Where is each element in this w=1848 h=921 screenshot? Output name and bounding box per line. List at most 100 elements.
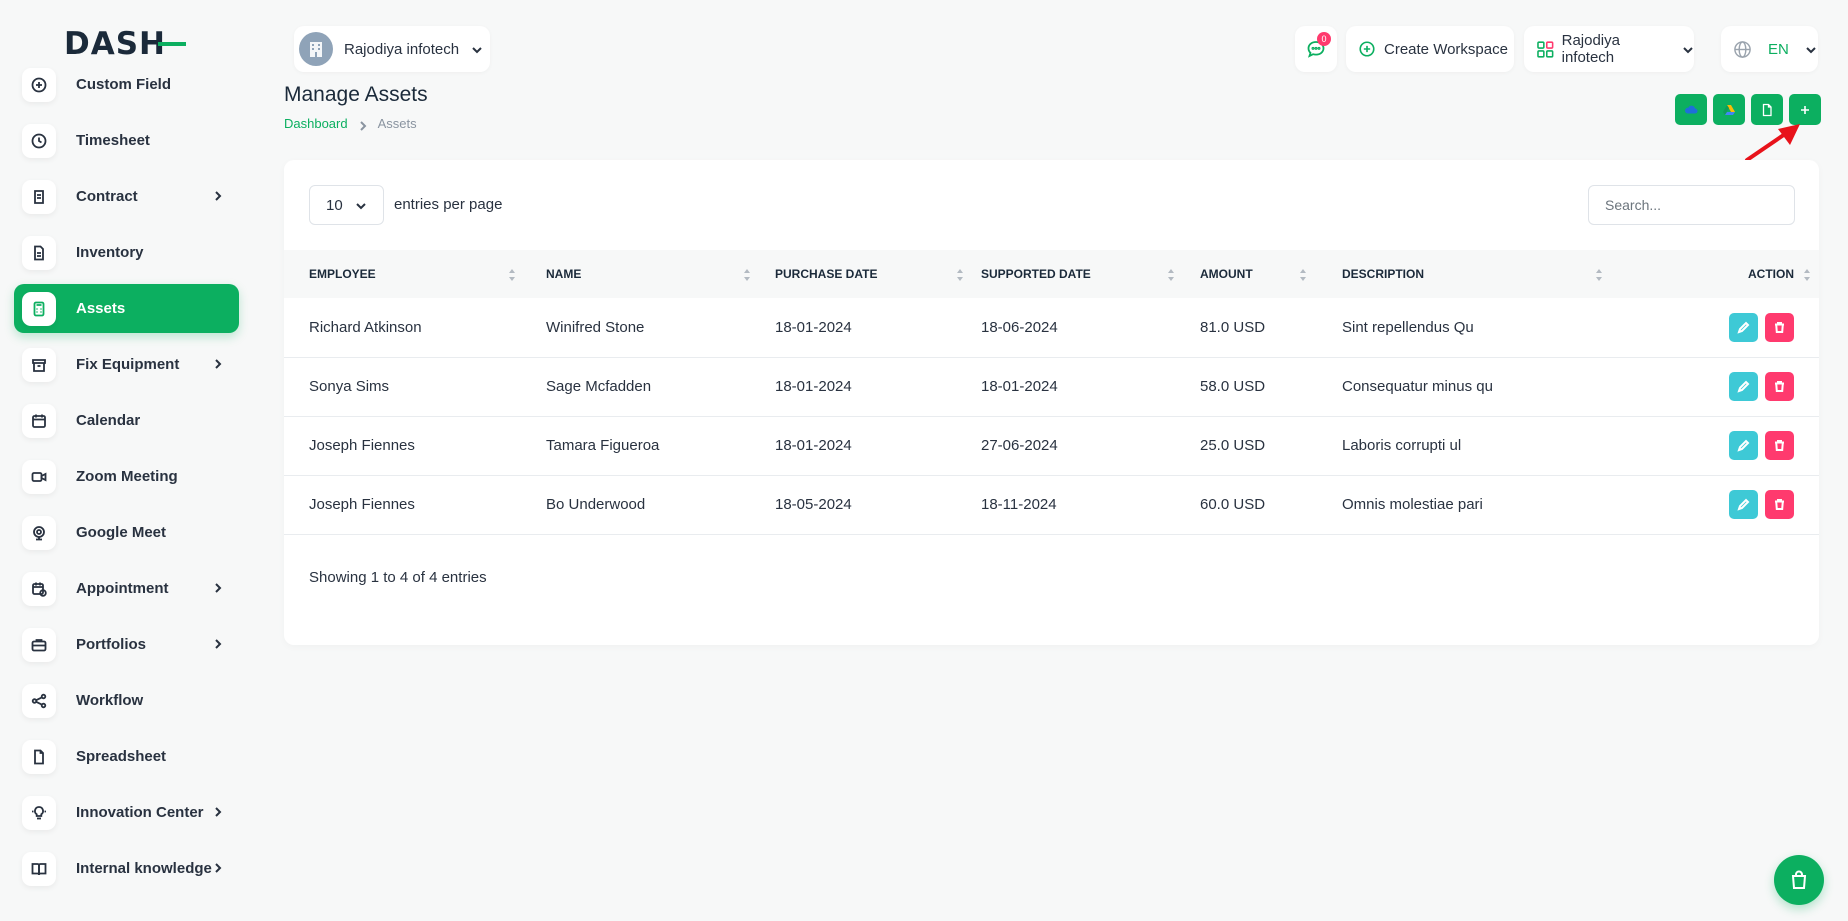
onedrive-button[interactable] [1675,94,1707,125]
delete-button[interactable] [1765,372,1794,401]
sidebar-item-contract[interactable]: Contract [14,172,239,221]
chevron-right-icon [211,805,225,819]
sidebar-item-inventory[interactable]: Inventory [14,228,239,277]
sidebar-item-assets[interactable]: Assets [14,284,239,333]
create-workspace-button[interactable]: Create Workspace [1346,26,1514,72]
add-asset-button[interactable] [1789,94,1821,125]
table-row: Richard Atkinson Winifred Stone 18-01-2024… [284,298,1819,357]
sidebar-item-label: Google Meet [76,524,167,541]
sidebar-item-label: Assets [76,300,126,317]
cell-description: Laboris corrupti ul [1342,437,1462,454]
chevron-right-icon [211,637,225,651]
building-icon [310,42,322,57]
language-switcher[interactable]: EN [1721,26,1818,72]
cell-name: Sage Mcfadden [546,378,652,395]
bulb-icon [22,795,56,830]
column-header-employee[interactable]: EMPLOYEE [284,250,521,298]
sidebar: DASH Custom Field Timesheet Contract Invent… [0,0,252,921]
sort-icon [508,268,516,282]
calculator-icon [22,291,56,326]
messages-button[interactable]: 0 [1295,26,1337,72]
sidebar-item-portfolios[interactable]: Portfolios [14,620,239,669]
sort-icon [1167,268,1175,282]
chevron-right-icon [211,357,225,371]
column-header-name[interactable]: NAME [521,250,750,298]
language-code: EN [1768,40,1789,58]
cell-employee: Richard Atkinson [309,318,422,336]
sidebar-item-label: Appointment [76,580,169,597]
edit-button[interactable] [1729,431,1758,460]
apps-grid-icon [1537,40,1554,58]
sidebar-item-label: Inventory [76,244,144,261]
breadcrumb-current: Assets [377,116,417,131]
column-header-label: EMPLOYEE [309,267,376,281]
sidebar-item-zoom-meeting[interactable]: Zoom Meeting [14,452,239,501]
edit-button[interactable] [1729,372,1758,401]
column-header-supported-date[interactable]: SUPPORTED DATE [956,250,1175,298]
workspace-switcher[interactable]: Rajodiya infotech [294,26,490,72]
entries-summary: Showing 1 to 4 of 4 entries [309,569,487,586]
sidebar-item-fix-equipment[interactable]: Fix Equipment [14,340,239,389]
cell-purchase-date: 18-05-2024 [775,496,852,513]
column-header-purchase-date[interactable]: PURCHASE DATE [750,250,963,298]
sidebar-item-label: Zoom Meeting [76,468,178,485]
google-drive-button[interactable] [1713,94,1745,125]
document-icon [22,235,56,270]
cell-actions [1595,357,1819,416]
breadcrumb-dashboard-link[interactable]: Dashboard [284,116,348,131]
search-input[interactable] [1588,185,1795,225]
company-switcher[interactable]: Rajodiya infotech [1524,26,1694,72]
cell-supported-date: 18-06-2024 [981,318,1058,336]
delete-button[interactable] [1765,490,1794,519]
sidebar-item-workflow[interactable]: Workflow [14,676,239,725]
sidebar-item-spreadsheet[interactable]: Spreadsheet [14,732,239,781]
column-header-label: NAME [546,267,582,281]
sort-icon [1803,268,1811,282]
book-icon [22,851,56,886]
cell-supported-date: 18-01-2024 [981,378,1058,395]
entries-per-page-select[interactable]: 10 [309,185,384,225]
cell-name: Bo Underwood [546,496,646,513]
table-header-row: EMPLOYEE NAME PURCHASE DATE SUPPORTED DATE A… [284,250,1819,298]
edit-button[interactable] [1729,312,1758,342]
chevron-down-icon [1805,43,1817,55]
cell-name: Winifred Stone [546,318,645,336]
cell-description: Omnis molestiae pari [1342,496,1483,513]
column-header-action[interactable]: ACTION [1595,250,1819,298]
sidebar-item-label: Fix Equipment [76,356,180,373]
column-header-label: SUPPORTED DATE [981,267,1091,281]
sidebar-item-google-meet[interactable]: Google Meet [14,508,239,557]
column-header-label: PURCHASE DATE [775,267,878,281]
column-header-description[interactable]: DESCRIPTION [1317,250,1602,298]
cell-employee: Joseph Fiennes [309,496,415,513]
chevron-down-icon [1682,43,1694,55]
import-csv-button[interactable] [1751,94,1783,125]
cell-amount: 81.0 USD [1200,318,1266,336]
chevron-down-icon [355,199,367,211]
sidebar-item-internal-knowledge[interactable]: Internal knowledge [14,844,239,893]
sidebar-item-timesheet[interactable]: Timesheet [14,116,239,165]
pencil-icon [1737,498,1750,511]
sidebar-item-calendar[interactable]: Calendar [14,396,239,445]
assets-table: EMPLOYEE NAME PURCHASE DATE SUPPORTED DATE A… [284,250,1819,535]
briefcase-icon [22,627,56,662]
sidebar-item-custom-field[interactable]: Custom Field [14,60,239,109]
sidebar-item-innovation-center[interactable]: Innovation Center [14,788,239,837]
brand-logo[interactable]: DASH [64,26,186,62]
company-name: Rajodiya infotech [1561,32,1620,66]
assets-card: 10 entries per page EMPLOYEE NAME PURCHASE… [284,160,1819,645]
sidebar-item-label: Contract [76,188,138,205]
plus-circle-icon [1359,41,1375,57]
delete-button[interactable] [1765,431,1794,460]
sidebar-item-label: Workflow [76,692,144,709]
sidebar-item-label: Portfolios [76,636,146,653]
workspace-avatar [299,32,333,66]
sidebar-item-appointment[interactable]: Appointment [14,564,239,613]
delete-button[interactable] [1765,312,1794,342]
edit-button[interactable] [1729,490,1758,519]
column-header-amount[interactable]: AMOUNT [1175,250,1317,298]
cart-button[interactable] [1774,855,1824,905]
file-import-icon [1762,103,1772,116]
share-icon [22,683,56,718]
archive-icon [22,347,56,382]
